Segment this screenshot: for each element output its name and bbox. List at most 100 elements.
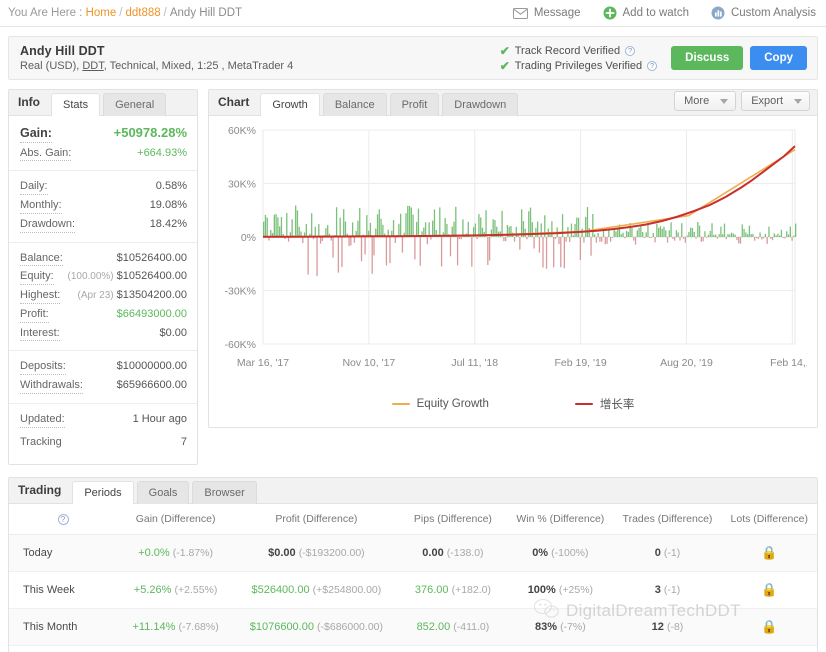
tab-periods[interactable]: Periods	[72, 481, 133, 504]
message-action[interactable]: Message	[513, 7, 581, 19]
envelope-icon	[513, 8, 528, 19]
stat-label-abs-gain: Abs. Gain:	[20, 147, 71, 162]
cell-win-percent: 0% (-100%)	[507, 535, 613, 572]
cell-gain: +0.0% (-1.87%)	[117, 535, 234, 572]
chart-y-axis-labels: 60K%30K%0%-30K%-60K%	[224, 125, 256, 351]
column-header-profit[interactable]: Profit (Difference)	[234, 504, 398, 535]
tab-stats[interactable]: Stats	[51, 93, 100, 116]
export-dropdown[interactable]: Export	[741, 91, 810, 111]
legend-item-equity-growth[interactable]: Equity Growth	[392, 396, 489, 412]
stat-value-monthly: 19.08%	[150, 199, 187, 211]
custom-analysis-action[interactable]: Custom Analysis	[711, 6, 816, 20]
stat-row-deposits: Deposits: $10000000.00	[20, 358, 187, 377]
info-icon[interactable]: ?	[647, 61, 657, 71]
column-header-pips[interactable]: Pips (Difference)	[399, 504, 508, 535]
top-bar: You Are Here : Home/ddt888/Andy Hill DDT…	[0, 0, 826, 27]
svg-text:Nov 10, '17: Nov 10, '17	[342, 357, 395, 369]
stat-value-daily: 0.58%	[156, 180, 187, 192]
add-to-watch-label: Add to watch	[623, 7, 689, 19]
stat-value-withdrawals: $65966600.00	[117, 379, 187, 391]
cell-trades: 3 (-1)	[613, 572, 721, 609]
cell-pips: 0.00 (-138.0)	[399, 535, 508, 572]
legend-label-growth-rate: 增长率	[600, 396, 635, 412]
discuss-button[interactable]: Discuss	[671, 46, 743, 70]
svg-text:-30K%: -30K%	[224, 286, 256, 298]
lock-icon: 🔒	[761, 619, 777, 634]
add-to-watch-action[interactable]: Add to watch	[603, 6, 689, 20]
chevron-down-icon	[794, 99, 802, 104]
svg-text:-60K%: -60K%	[224, 339, 256, 351]
stat-note-highest: (Apr 23)	[78, 290, 114, 301]
stat-row-balance: Balance: $10526400.00	[20, 250, 187, 269]
check-icon: ✔	[500, 60, 510, 72]
column-header-win-percent[interactable]: Win % (Difference)	[507, 504, 613, 535]
tab-drawdown[interactable]: Drawdown	[442, 93, 518, 116]
stat-row-updated: Updated: 1 Hour ago	[20, 411, 187, 430]
tab-balance[interactable]: Balance	[323, 93, 387, 116]
more-dropdown[interactable]: More	[674, 91, 736, 111]
lock-icon: 🔒	[761, 582, 777, 597]
stat-value-updated: 1 Hour ago	[133, 413, 187, 425]
growth-chart[interactable]: 60K%30K%0%-30K%-60K% Mar 16, '17Nov 10, …	[217, 122, 807, 384]
verification-track-record: ✔ Track Record Verified ?	[500, 45, 657, 57]
cell-gain: +5.26% (+2.55%)	[117, 572, 234, 609]
stat-row-tracking: Tracking 7	[20, 430, 187, 452]
trading-table: ? Gain (Difference) Profit (Difference) …	[9, 504, 817, 652]
trading-panel-tabs: Trading Periods Goals Browser	[9, 478, 817, 504]
table-header-row: ? Gain (Difference) Profit (Difference) …	[9, 504, 817, 535]
cell-profit: $526400.00 (+$254800.00)	[234, 572, 398, 609]
svg-text:Feb 14,...: Feb 14,...	[770, 357, 807, 369]
tab-growth[interactable]: Growth	[260, 93, 319, 116]
breadcrumb-prefix: You Are Here :	[8, 7, 82, 19]
table-row[interactable]: Today+0.0% (-1.87%)$0.00 (-$193200.00)0.…	[9, 535, 817, 572]
breadcrumb-current: Andy Hill DDT	[170, 7, 242, 19]
cell-lots: 🔒	[722, 535, 817, 572]
tab-goals[interactable]: Goals	[137, 481, 190, 504]
top-bar-actions: Message Add to watch Custom Analysis	[513, 6, 816, 20]
table-row[interactable]: This Week+5.26% (+2.55%)$526400.00 (+$25…	[9, 572, 817, 609]
breadcrumb-link-account[interactable]: ddt888	[125, 7, 160, 19]
main-area: Info Stats General Gain: +50978.28% Abs.…	[8, 89, 818, 465]
stat-value-equity: (100.00%)$10526400.00	[68, 270, 188, 282]
cell-period: This Year	[9, 646, 117, 652]
chart-panel-tabs: Chart Growth Balance Profit Drawdown Mor…	[209, 90, 817, 116]
cell-period: Today	[9, 535, 117, 572]
verification-list: ✔ Track Record Verified ? ✔ Trading Priv…	[500, 45, 671, 72]
tab-profit[interactable]: Profit	[390, 93, 440, 116]
legend-item-growth-rate[interactable]: 增长率	[575, 396, 635, 412]
svg-text:30K%: 30K%	[228, 179, 256, 191]
info-icon[interactable]: ?	[625, 46, 635, 56]
column-header-trades[interactable]: Trades (Difference)	[613, 504, 721, 535]
column-header-gain[interactable]: Gain (Difference)	[117, 504, 234, 535]
cell-lots: 🔒	[722, 646, 817, 652]
stat-value-highest: (Apr 23)$13504200.00	[78, 289, 187, 301]
stat-value-profit: $66493000.00	[117, 308, 187, 320]
info-icon[interactable]: ?	[58, 514, 69, 525]
stats-panel-tabs: Info Stats General	[9, 90, 197, 116]
page-title: Andy Hill DDT	[20, 44, 293, 58]
profile-identity: Andy Hill DDT Real (USD), DDT, Technical…	[20, 44, 293, 72]
verification-trading-privileges-label: Trading Privileges Verified	[515, 60, 642, 72]
page-root: You Are Here : Home/ddt888/Andy Hill DDT…	[0, 0, 826, 652]
cell-trades: 0 (-1)	[613, 535, 721, 572]
column-header-lots[interactable]: Lots (Difference)	[722, 504, 817, 535]
table-row[interactable]: This Year+32.04% (-917.48%)$2839200.00 (…	[9, 646, 817, 652]
profile-subtitle: Real (USD), DDT, Technical, Mixed, 1:25 …	[20, 60, 293, 72]
more-label: More	[684, 95, 709, 107]
stat-amount-equity: $10526400.00	[117, 270, 187, 282]
stat-label-updated: Updated:	[20, 413, 65, 428]
svg-text:60K%: 60K%	[228, 125, 256, 137]
stat-label-withdrawals: Withdrawals:	[20, 379, 83, 394]
legend-swatch-equity-growth	[392, 403, 410, 405]
stat-value-balance: $10526400.00	[117, 252, 187, 264]
breadcrumb-link-home[interactable]: Home	[86, 7, 117, 19]
stats-group-meta: Updated: 1 Hour ago Tracking 7	[9, 404, 197, 459]
cell-lots: 🔒	[722, 609, 817, 646]
tab-browser[interactable]: Browser	[192, 481, 256, 504]
tab-general[interactable]: General	[103, 93, 166, 116]
cell-pips: 376.00 (+182.0)	[399, 572, 508, 609]
stat-label-interest: Interest:	[20, 327, 60, 342]
copy-button[interactable]: Copy	[750, 46, 807, 70]
chart-circle-icon	[711, 6, 725, 20]
table-row[interactable]: This Month+11.14% (-7.68%)$1076600.00 (-…	[9, 609, 817, 646]
